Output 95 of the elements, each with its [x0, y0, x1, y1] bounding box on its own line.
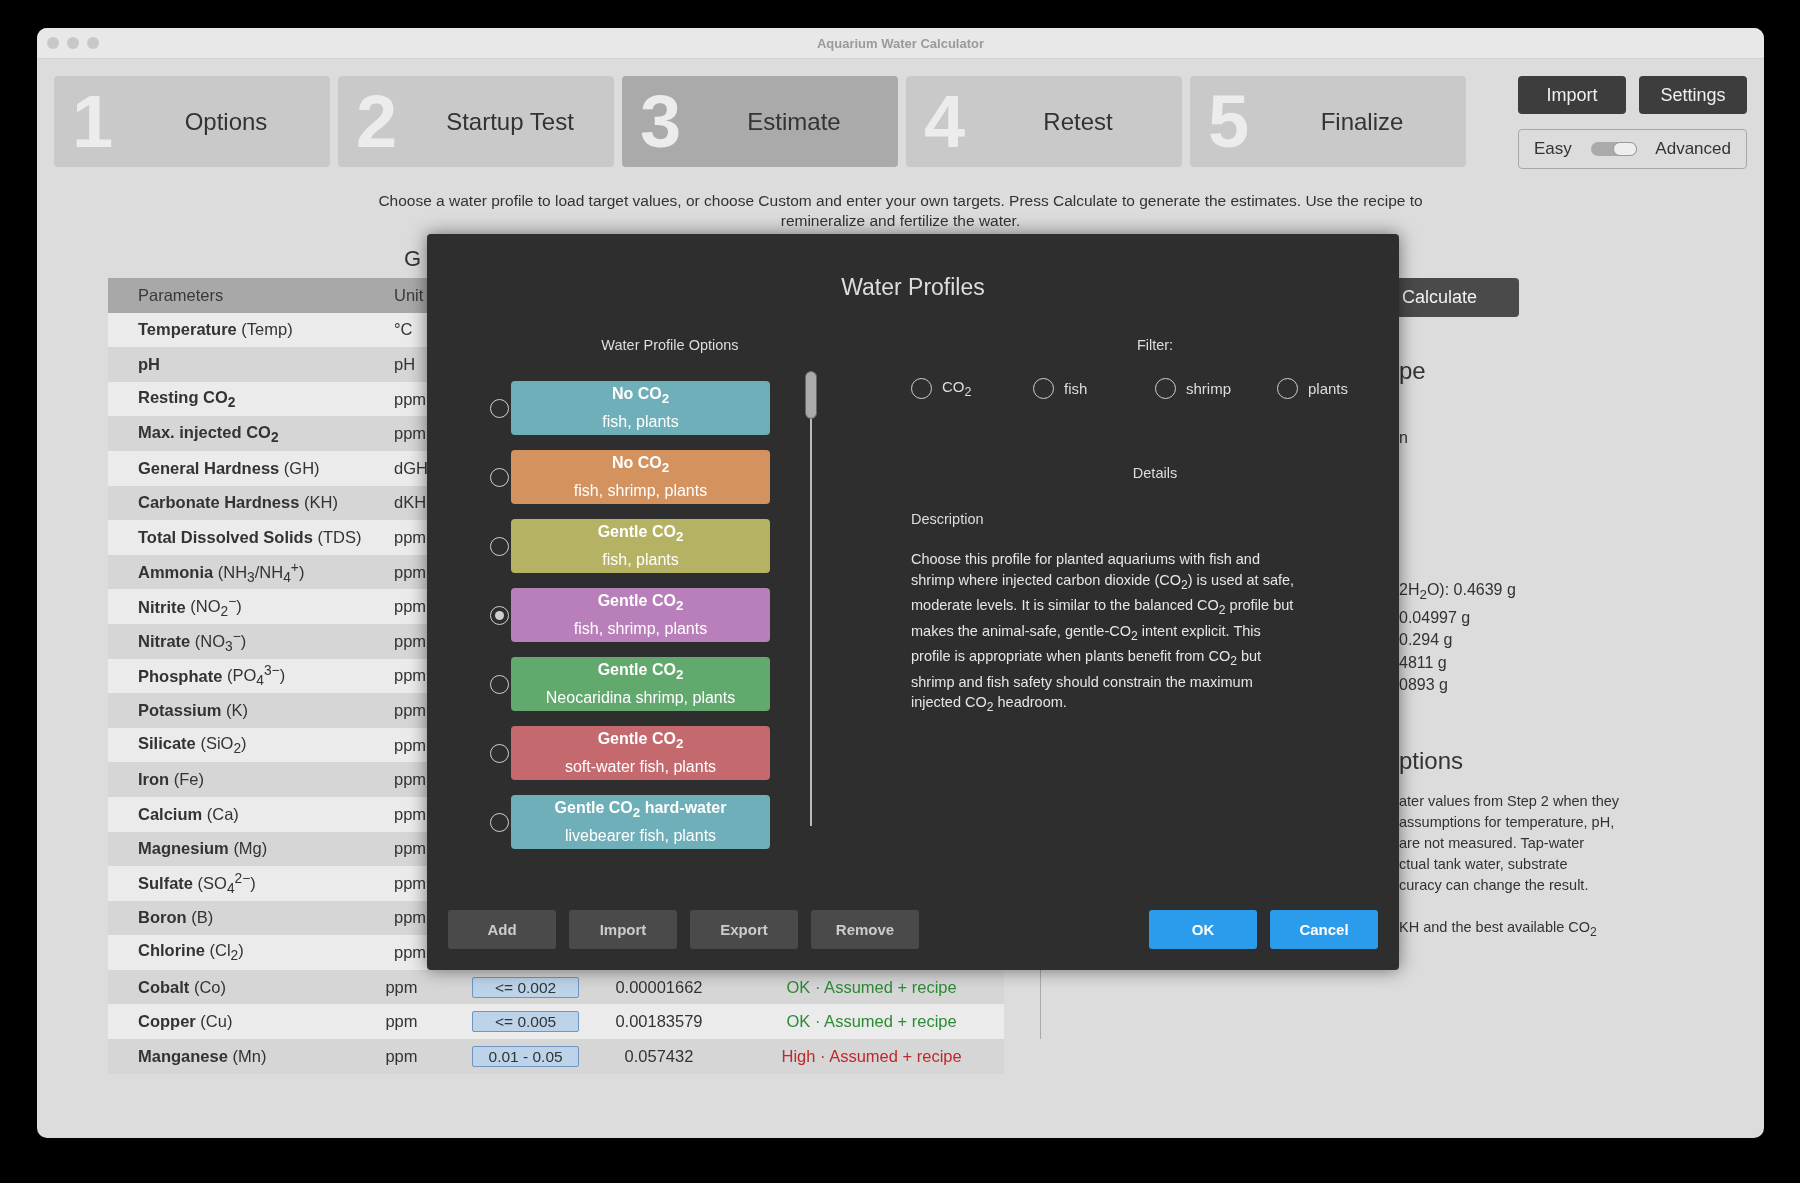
- unit-cell-text: ppm: [394, 389, 428, 409]
- unit-cell-text: dGH: [394, 458, 429, 478]
- parameter-name: Cobalt (Co): [137, 977, 228, 997]
- profile-card[interactable]: Gentle CO$_{2}$ soft-water fish, plants: [511, 726, 770, 780]
- parameter-name: Nitrite (NO$_{2}$$^{−}$): [137, 593, 243, 620]
- parameter-name: Phosphate (PO$_{4}$$^{3−}$): [137, 662, 287, 689]
- recipe-line: 0.04997 g: [1399, 609, 1471, 626]
- recipe-line: 4811 g: [1399, 653, 1447, 671]
- section-heading: G: [404, 246, 422, 271]
- instruction-text: Choose a water profile to load target values, or choose Custom and enter your own targets. Press Calculate to generate the estimates. Use the recipe to remineralize and fertilize the water.: [377, 191, 1424, 231]
- filter-option[interactable]: CO$_{2}$: [911, 378, 1033, 399]
- parameter-name: Copper (Cu): [137, 1012, 234, 1032]
- mode-switch[interactable]: [1590, 142, 1637, 156]
- unit-cell-text: ppm: [394, 527, 428, 547]
- description-label: Description: [911, 511, 984, 527]
- value-cell-text: 0.00001662: [614, 977, 704, 997]
- filter-option[interactable]: fish: [1033, 378, 1155, 399]
- unit-cell-text: ppm: [385, 1012, 419, 1032]
- parameter-name: Temperature (Temp): [137, 320, 294, 340]
- parameter-name: Magnesium (Mg): [137, 839, 269, 859]
- unit-cell-text: ppm: [394, 700, 428, 720]
- parameter-name: pH: [137, 355, 161, 374]
- dialog-button[interactable]: Export: [690, 910, 798, 949]
- header-button[interactable]: Import: [1518, 76, 1626, 114]
- parameter-name: Total Dissolved Solids (TDS): [137, 527, 363, 547]
- filter-label: Filter:: [1136, 337, 1174, 353]
- unit-cell-text: ppm: [394, 735, 428, 755]
- unit-cell-text: ppm: [394, 631, 428, 651]
- unit-cell-text: ppm: [394, 839, 428, 859]
- parameter-name: Silicate (SiO$_{2}$): [137, 733, 248, 757]
- unit-cell-text: ppm: [394, 666, 428, 686]
- unit-cell-text: ppm: [385, 977, 419, 997]
- toggle-label: Easy: [1534, 139, 1572, 159]
- value-cell-text: 0.057432: [623, 1046, 695, 1066]
- value-cell-text: 0.00183579: [614, 1012, 704, 1032]
- scrollbar-thumb[interactable]: [805, 371, 817, 419]
- toggle-label: Advanced: [1655, 139, 1731, 159]
- recipe-note: n: [1399, 428, 1409, 448]
- recipe-line: 2H$_{2}$O): 0.4639 g: [1399, 581, 1516, 599]
- parameter-name: Iron (Fe): [137, 770, 205, 790]
- recipe-line: 0.294 g: [1399, 631, 1453, 649]
- parameter-name: Boron (B): [137, 908, 215, 928]
- assumptions-text: ater values from Step 2 when they: [1399, 792, 1620, 809]
- window-title: Aquarium Water Calculator: [815, 35, 986, 51]
- target-field[interactable]: <= 0.005: [472, 1011, 579, 1033]
- unit-cell-text: ppm: [394, 943, 428, 963]
- parameter-name: Ammonia (NH$_{3}$/NH$_{4}$$^{+}$): [137, 559, 306, 585]
- parameter-name: Sulfate (SO$_{4}$$^{2−}$): [137, 870, 257, 897]
- mode-toggle[interactable]: Easy Advanced: [1518, 129, 1747, 169]
- dialog-title: Water Profiles: [841, 274, 985, 300]
- dialog-button[interactable]: Remove: [811, 910, 919, 949]
- unit-cell-text: ppm: [394, 597, 428, 617]
- section-heading: pe: [1399, 357, 1427, 385]
- filter-option[interactable]: shrimp: [1155, 378, 1277, 399]
- target-field[interactable]: <= 0.002: [472, 976, 579, 998]
- assumptions-text: assumptions for temperature, pH,: [1399, 813, 1615, 830]
- unit-cell-text: pH: [394, 355, 417, 374]
- parameter-name: Chlorine (Cl$_{2}$): [137, 941, 245, 964]
- recipe-line: 0893 g: [1399, 676, 1448, 694]
- unit-cell-text: °C: [394, 320, 414, 340]
- details-label: Details: [1132, 465, 1178, 481]
- filter-option[interactable]: plants: [1277, 378, 1399, 399]
- column-header: Parameters: [137, 285, 225, 305]
- dialog-button[interactable]: Add: [448, 910, 556, 949]
- assumptions-text: ctual tank water, substrate: [1399, 856, 1568, 873]
- assumptions-text: KH and the best available CO$_{2}$: [1399, 918, 1597, 935]
- parameter-name: General Hardness (GH): [137, 458, 321, 478]
- parameter-name: Resting CO$_{2}$: [137, 387, 237, 411]
- parameter-name: Potassium (K): [137, 700, 250, 720]
- step-tab[interactable]: 3 Estimate: [622, 76, 898, 167]
- unit-cell-text: ppm: [394, 424, 428, 444]
- parameter-name: Manganese (Mn): [137, 1046, 268, 1066]
- column-header: Unit: [394, 285, 425, 305]
- unit-cell-text: ppm: [385, 1046, 419, 1066]
- header-button[interactable]: Settings: [1639, 76, 1747, 114]
- assumptions-text: curacy can change the result.: [1399, 877, 1589, 894]
- unit-cell-text: ppm: [394, 562, 428, 582]
- parameter-name: Carbonate Hardness (KH): [137, 493, 339, 513]
- status-cell-text: OK · Assumed + recipe: [785, 977, 958, 997]
- parameter-name: Max. injected CO$_{2}$: [137, 422, 280, 445]
- section-heading: ptions: [1399, 746, 1465, 775]
- unit-cell-text: ppm: [394, 804, 428, 824]
- description-text: Choose this profile for planted aquariums with fish and shrimp where injected carbon dioxide (CO$_{2}$) is used at safe, moderate levels. It is similar to the balanced CO$_{2}$ profile but makes the animal-safe, gentle-CO$_{2}$ intent explicit. This profile is appropriate when plants benefit from CO$_{2}$ but shrimp and fish safety should constrain the maximum injected CO$_{2}$ headroom.: [911, 550, 1296, 716]
- dialog-button[interactable]: Import: [569, 910, 677, 949]
- unit-cell-text: ppm: [394, 770, 428, 790]
- options-label: Water Profile Options: [601, 337, 739, 353]
- status-cell-text: High · Assumed + recipe: [780, 1046, 963, 1066]
- status-cell-text: OK · Assumed + recipe: [785, 1012, 958, 1032]
- parameter-name: Nitrate (NO$_{3}$$^{−}$): [137, 628, 248, 655]
- unit-cell-text: ppm: [394, 873, 428, 893]
- assumptions-text: are not measured. Tap-water: [1399, 835, 1585, 852]
- parameter-name: Calcium (Ca): [137, 804, 240, 824]
- target-field[interactable]: 0.01 - 0.05: [472, 1045, 579, 1067]
- unit-cell-text: ppm: [394, 908, 428, 928]
- unit-cell-text: dKH: [394, 493, 428, 513]
